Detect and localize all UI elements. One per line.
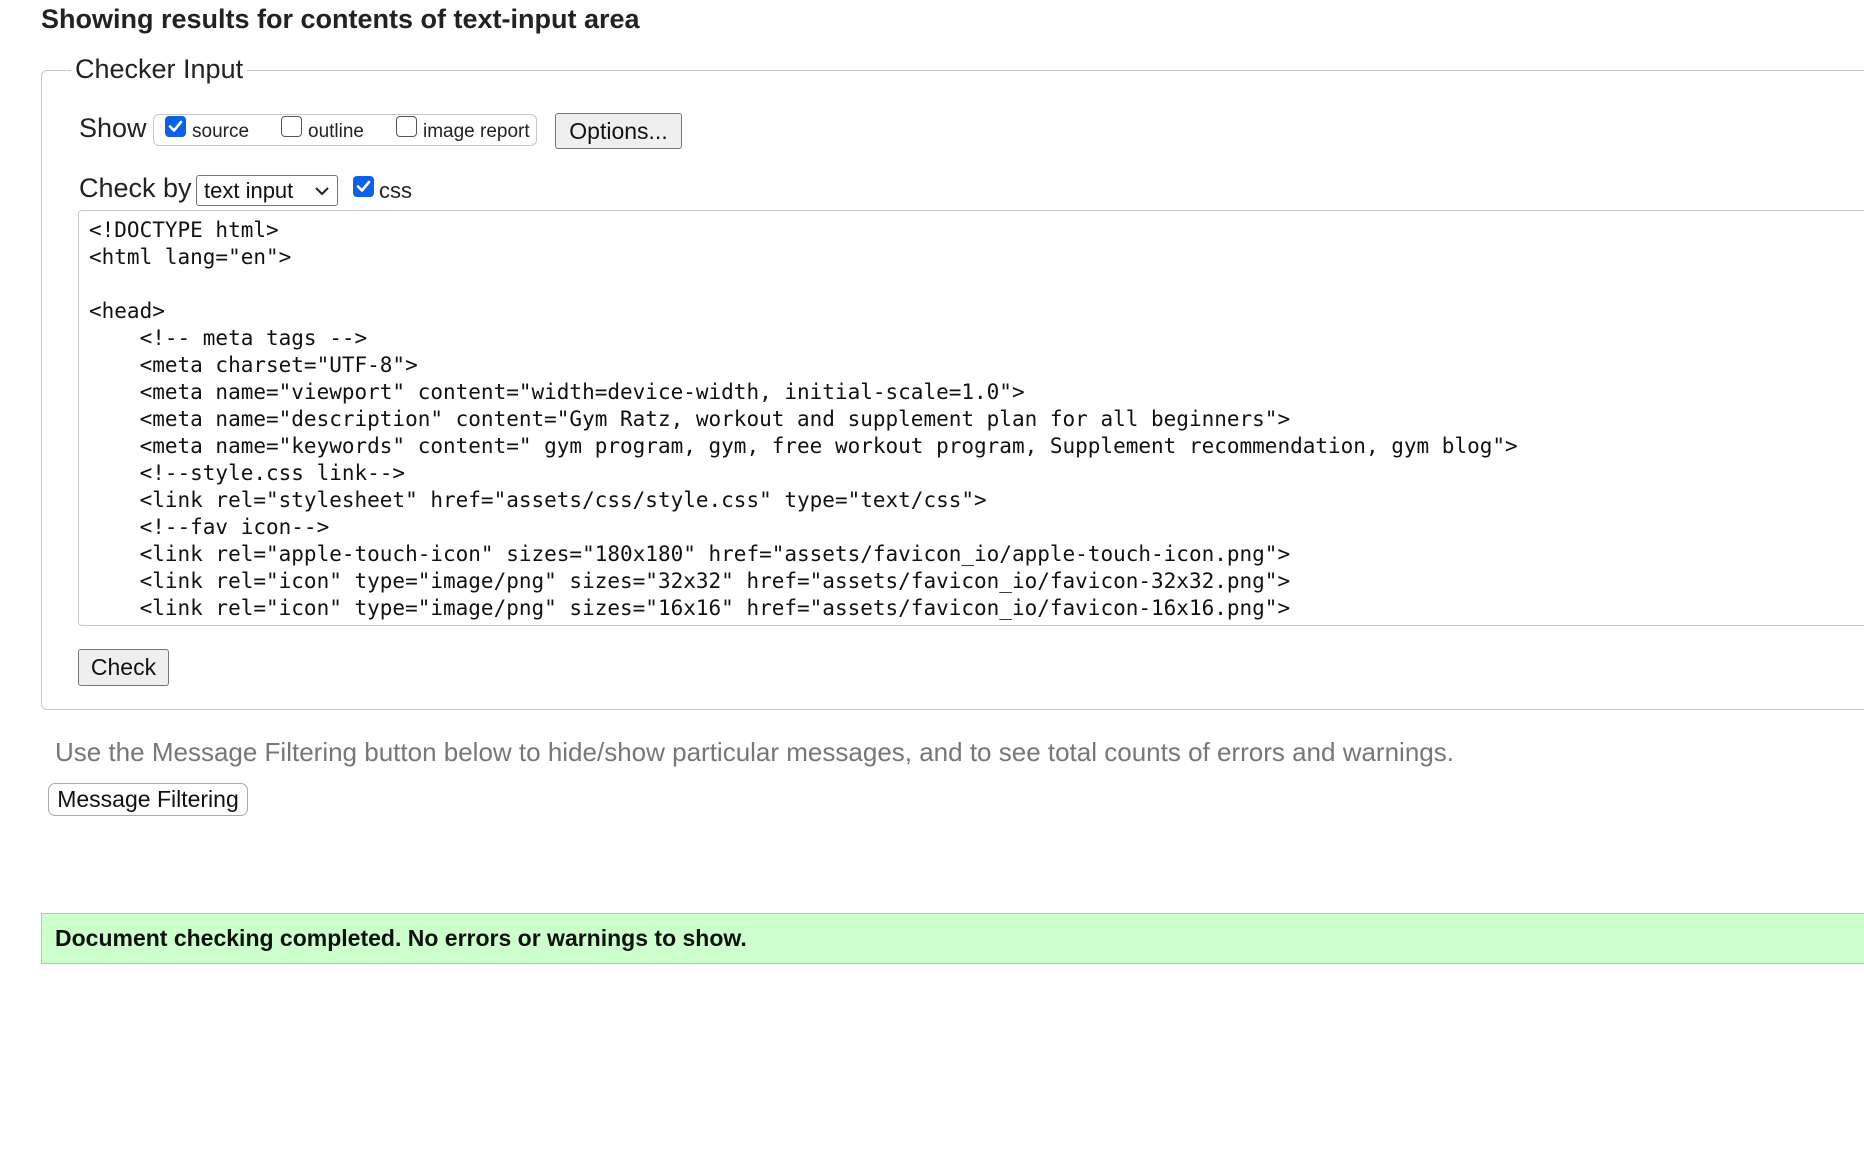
code-line: <!--fav icon--> xyxy=(89,515,330,539)
checkmark-icon xyxy=(168,120,183,132)
options-button[interactable]: Options... xyxy=(555,113,682,149)
source-checkbox[interactable] xyxy=(165,116,186,137)
code-line: <!-- meta tags --> xyxy=(89,326,368,350)
code-line: <link rel="icon" type="image/png" sizes=… xyxy=(89,569,1291,593)
result-banner: Document checking completed. No errors o… xyxy=(41,913,1864,964)
code-line: <meta charset="UTF-8"> xyxy=(89,353,418,377)
checkmark-icon xyxy=(356,180,371,192)
code-line: <meta name="description" content="Gym Ra… xyxy=(89,407,1291,431)
image-report-checkbox[interactable] xyxy=(396,116,417,137)
outline-checkbox[interactable] xyxy=(281,116,302,137)
message-filtering-button[interactable]: Message Filtering xyxy=(48,783,248,816)
check-button[interactable]: Check xyxy=(78,649,169,686)
check-by-label: Check by xyxy=(79,173,192,203)
source-textarea[interactable]: <!DOCTYPE html> <html lang="en"> <head> … xyxy=(78,210,1864,626)
code-line: <!--style.css link--> xyxy=(89,461,406,485)
checker-input-legend: Checker Input xyxy=(71,54,248,85)
show-label: Show xyxy=(79,113,147,143)
code-line: <head> xyxy=(89,299,165,323)
code-line: <meta name="viewport" content="width=dev… xyxy=(89,380,1025,404)
chevron-down-icon xyxy=(315,187,329,196)
check-by-select[interactable]: text input xyxy=(196,175,338,206)
filter-note: Use the Message Filtering button below t… xyxy=(55,737,1454,767)
code-line: <html lang="en"> xyxy=(89,245,292,269)
page-title: Showing results for contents of text-inp… xyxy=(41,4,640,34)
code-line: <link rel="icon" type="image/png" sizes=… xyxy=(89,596,1291,620)
check-by-value: text input xyxy=(204,178,294,203)
outline-checkbox-label[interactable]: outline xyxy=(308,121,364,143)
code-line: <link rel="apple-touch-icon" sizes="180x… xyxy=(89,542,1291,566)
code-line: <meta name="keywords" content=" gym prog… xyxy=(89,434,1518,458)
css-checkbox[interactable] xyxy=(353,176,374,197)
image-report-checkbox-label[interactable]: image report xyxy=(423,121,530,143)
code-line: <!DOCTYPE html> xyxy=(89,218,279,242)
source-checkbox-label[interactable]: source xyxy=(192,121,249,143)
css-checkbox-label[interactable]: css xyxy=(379,178,412,204)
code-line: <link rel="stylesheet" href="assets/css/… xyxy=(89,488,987,512)
result-message: Document checking completed. No errors o… xyxy=(55,925,747,951)
